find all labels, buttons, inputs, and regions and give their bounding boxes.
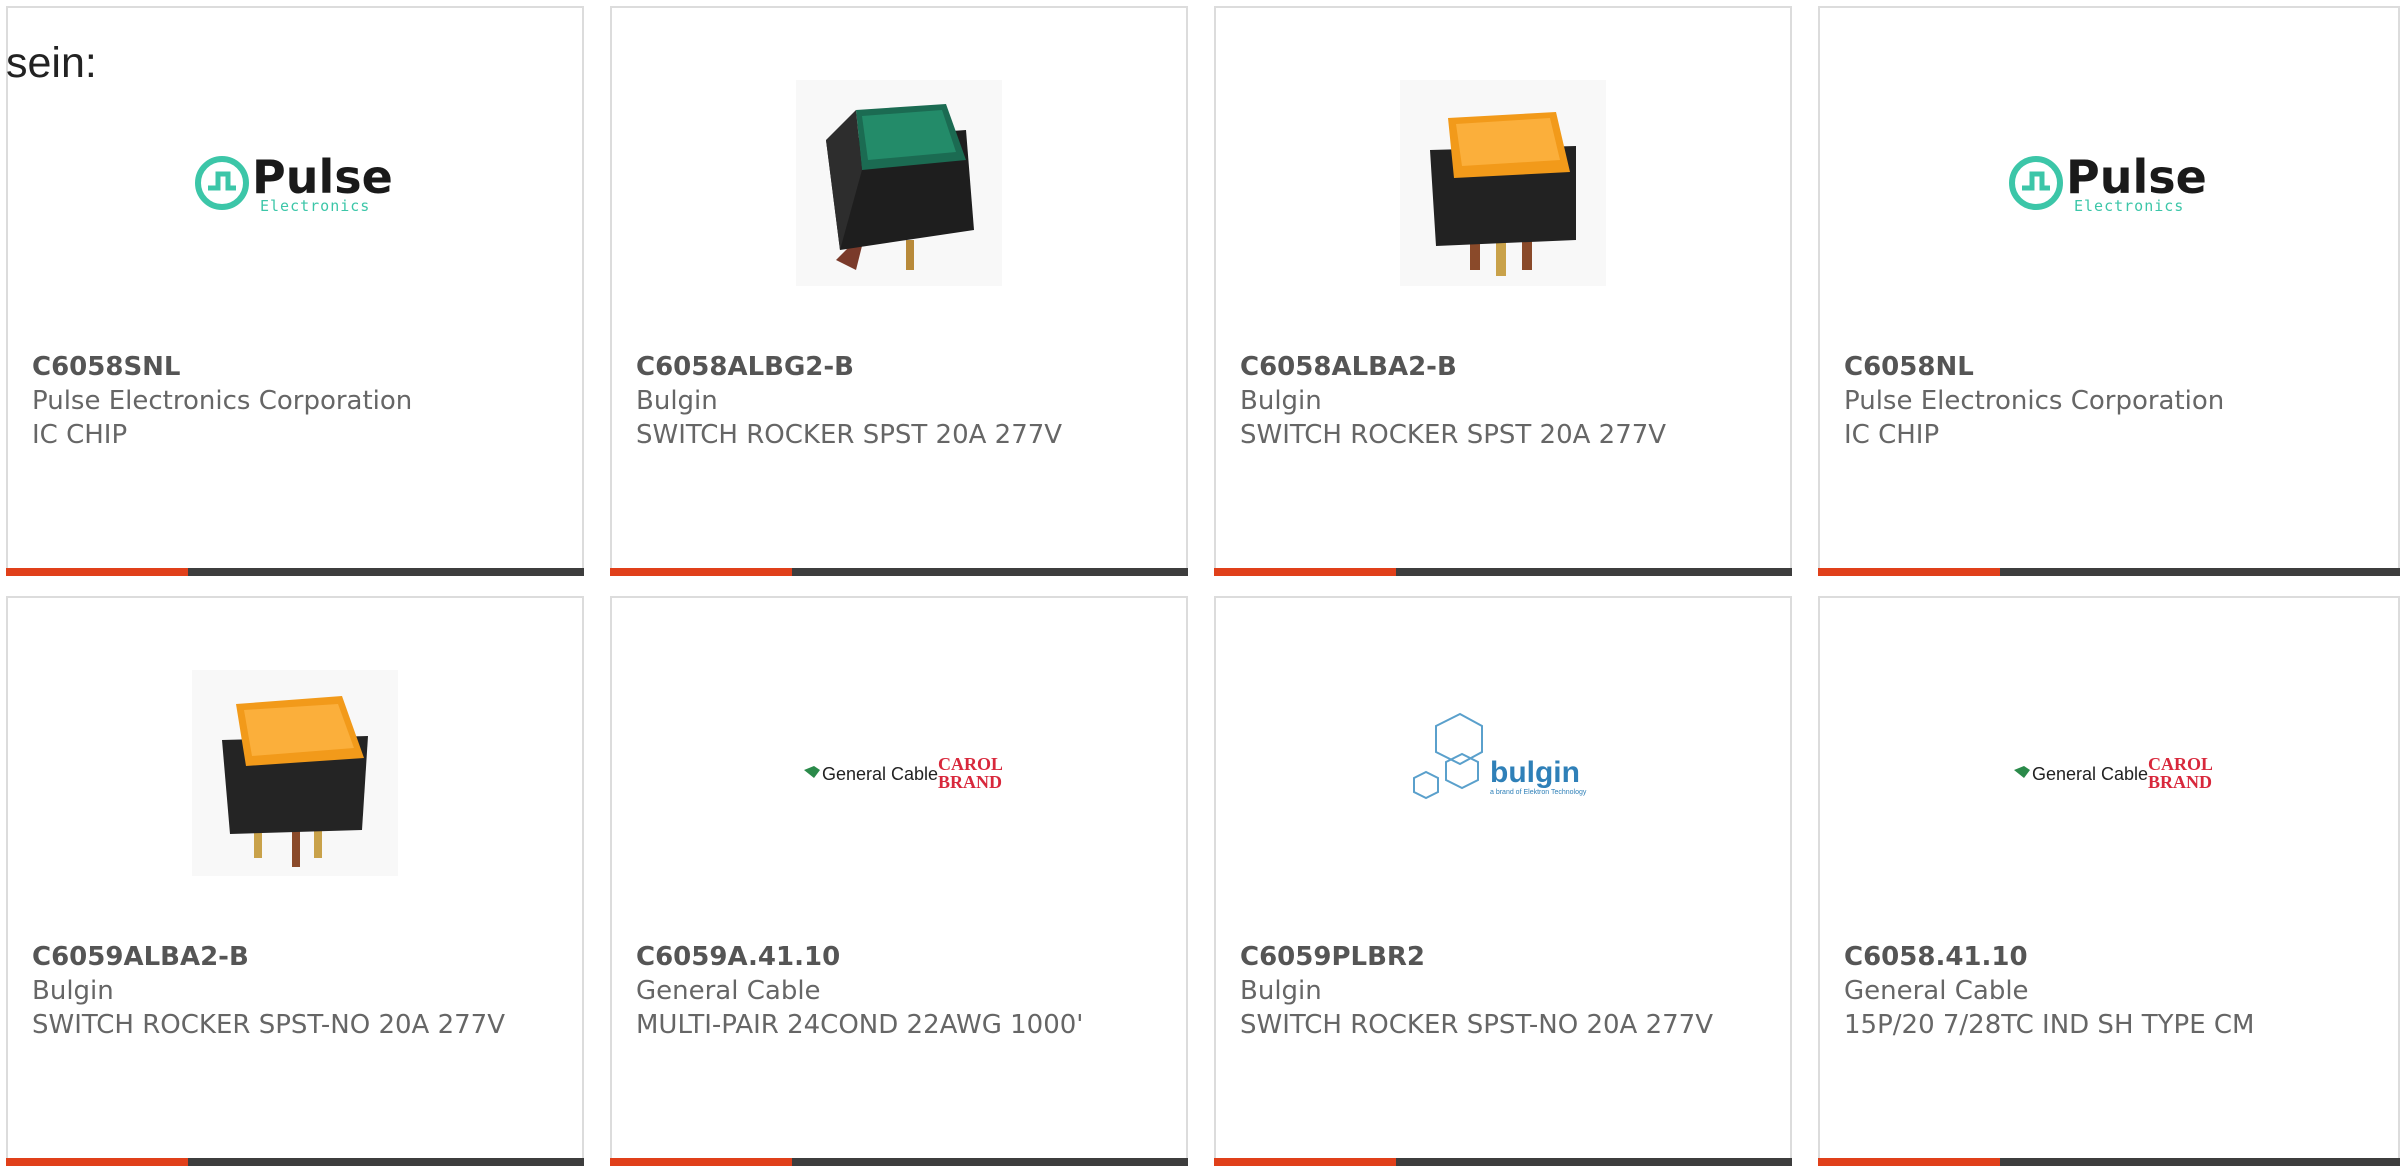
carol-word: CAROL bbox=[938, 754, 1002, 774]
product-card[interactable]: Pulse Electronics C6058NL Pulse Electron… bbox=[1818, 6, 2400, 576]
card-bar bbox=[1818, 568, 2400, 576]
product-card[interactable]: General Cable CAROL BRAND C6058.41.10 Ge… bbox=[1818, 596, 2400, 1166]
description: IC CHIP bbox=[1844, 420, 1940, 450]
description: SWITCH ROCKER SPST-NO 20A 277V bbox=[1240, 1010, 1713, 1040]
part-number[interactable]: C6059ALBA2-B bbox=[32, 940, 566, 974]
card-bar bbox=[610, 1158, 1188, 1166]
manufacturer: Bulgin bbox=[32, 976, 114, 1006]
product-grid: Pulse Electronics C6058SNL Pulse Electro… bbox=[0, 0, 2400, 1166]
description: 15P/20 7/28TC IND SH TYPE CM bbox=[1844, 1010, 2255, 1040]
part-number[interactable]: C6059A.41.10 bbox=[636, 940, 1170, 974]
bulgin-tagline: a brand of Elektron Technology bbox=[1490, 789, 1587, 796]
card-bar-accent bbox=[1214, 568, 1396, 576]
manufacturer: General Cable bbox=[1844, 976, 2029, 1006]
bulgin-word: bulgin bbox=[1490, 756, 1580, 789]
card-bar-accent bbox=[6, 568, 188, 576]
description: SWITCH ROCKER SPST 20A 277V bbox=[636, 420, 1063, 450]
manufacturer: Bulgin bbox=[1240, 386, 1322, 416]
part-number[interactable]: C6058NL bbox=[1844, 350, 2382, 384]
product-card[interactable]: C6059ALBA2-B Bulgin SWITCH ROCKER SPST-N… bbox=[6, 596, 584, 1166]
card-bar bbox=[6, 1158, 584, 1166]
product-card[interactable]: C6058ALBA2-B Bulgin SWITCH ROCKER SPST 2… bbox=[1214, 6, 1792, 576]
amber-rocker-switch-image bbox=[192, 670, 398, 876]
card-bar-accent bbox=[6, 1158, 188, 1166]
card-bar bbox=[1818, 1158, 2400, 1166]
carol-word: CAROL bbox=[2148, 754, 2212, 774]
card-bar bbox=[1214, 568, 1792, 576]
part-number[interactable]: C6058.41.10 bbox=[1844, 940, 2382, 974]
pulse-electronics-logo: Pulse Electronics bbox=[192, 80, 398, 286]
card-bar bbox=[6, 568, 584, 576]
pulse-logo-sub: Electronics bbox=[2074, 197, 2184, 215]
general-cable-carol-logo: General Cable CAROL BRAND bbox=[2006, 670, 2212, 876]
bulgin-logo: bulgin a brand of Elektron Technology bbox=[1400, 670, 1606, 876]
intro-text: sein: bbox=[6, 39, 97, 87]
part-number[interactable]: C6058SNL bbox=[32, 350, 566, 384]
card-bar-accent bbox=[1214, 1158, 1396, 1166]
brand-word: BRAND bbox=[2148, 772, 2212, 792]
pulse-logo-word: Pulse bbox=[252, 150, 393, 204]
manufacturer: Pulse Electronics Corporation bbox=[32, 386, 413, 416]
pulse-electronics-logo: Pulse Electronics bbox=[2006, 80, 2212, 286]
card-bar-accent bbox=[1818, 568, 2000, 576]
general-cable-word: General Cable bbox=[822, 764, 938, 784]
description: SWITCH ROCKER SPST-NO 20A 277V bbox=[32, 1010, 505, 1040]
card-bar bbox=[1214, 1158, 1792, 1166]
part-number[interactable]: C6058ALBA2-B bbox=[1240, 350, 1774, 384]
description: MULTI-PAIR 24COND 22AWG 1000' bbox=[636, 1010, 1084, 1040]
product-card[interactable]: C6058ALBG2-B Bulgin SWITCH ROCKER SPST 2… bbox=[610, 6, 1188, 576]
card-bar bbox=[610, 568, 1188, 576]
product-card[interactable]: General Cable CAROL BRAND C6059A.41.10 G… bbox=[610, 596, 1188, 1166]
brand-word: BRAND bbox=[938, 772, 1002, 792]
general-cable-word: General Cable bbox=[2032, 764, 2148, 784]
pulse-logo-sub: Electronics bbox=[260, 197, 370, 215]
amber-rocker-switch-image bbox=[1400, 80, 1606, 286]
manufacturer: Pulse Electronics Corporation bbox=[1844, 386, 2225, 416]
card-bar-accent bbox=[610, 568, 792, 576]
green-rocker-switch-image bbox=[796, 80, 1002, 286]
pulse-logo-word: Pulse bbox=[2066, 150, 2207, 204]
product-card[interactable]: bulgin a brand of Elektron Technology C6… bbox=[1214, 596, 1792, 1166]
product-card[interactable]: Pulse Electronics C6058SNL Pulse Electro… bbox=[6, 6, 584, 576]
general-cable-carol-logo: General Cable CAROL BRAND bbox=[796, 670, 1002, 876]
manufacturer: Bulgin bbox=[1240, 976, 1322, 1006]
description: SWITCH ROCKER SPST 20A 277V bbox=[1240, 420, 1667, 450]
manufacturer: Bulgin bbox=[636, 386, 718, 416]
card-bar-accent bbox=[610, 1158, 792, 1166]
part-number[interactable]: C6058ALBG2-B bbox=[636, 350, 1170, 384]
card-bar-accent bbox=[1818, 1158, 2000, 1166]
description: IC CHIP bbox=[32, 420, 128, 450]
part-number[interactable]: C6059PLBR2 bbox=[1240, 940, 1774, 974]
manufacturer: General Cable bbox=[636, 976, 821, 1006]
